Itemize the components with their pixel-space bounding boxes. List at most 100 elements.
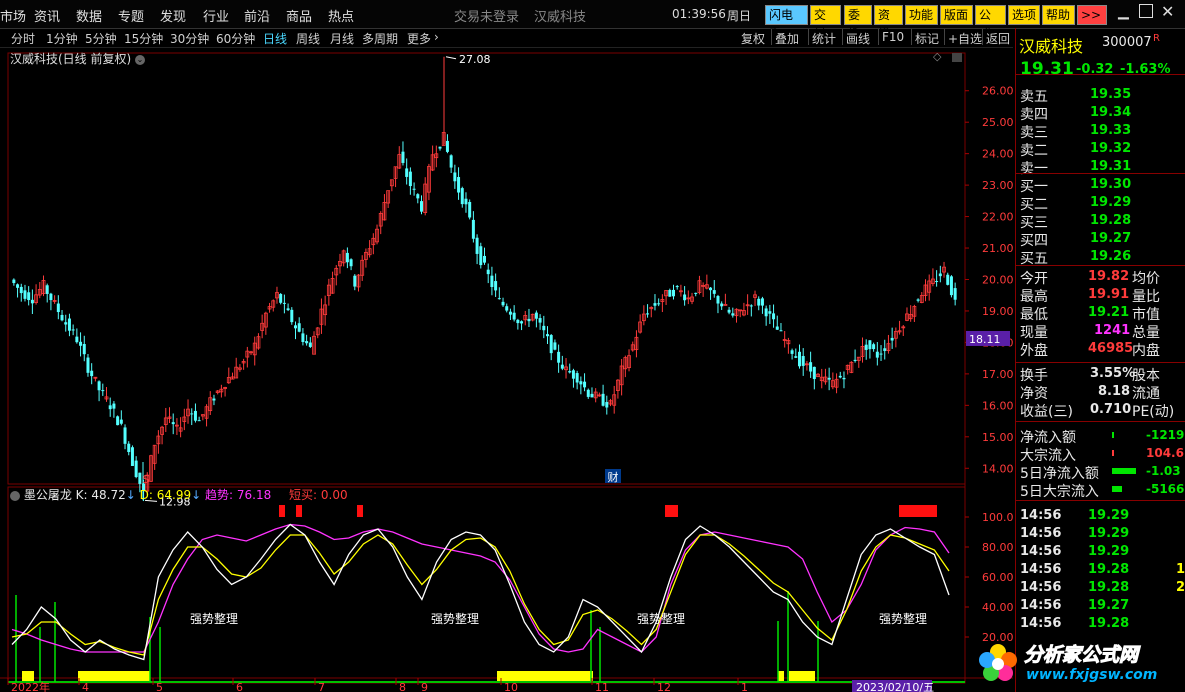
menu-item-1[interactable]: 资讯 <box>34 6 60 25</box>
tick-price-1: 19.29 <box>1088 526 1130 541</box>
toolbar-separator <box>911 29 912 45</box>
candle-body-down <box>301 333 305 343</box>
period-tab-5[interactable]: 60分钟 <box>216 30 255 47</box>
func-button-8[interactable]: 帮助 <box>1042 5 1075 25</box>
func-button-9[interactable]: >> <box>1077 5 1107 25</box>
candle-body-down <box>872 344 876 350</box>
tick-price-3: 19.28 <box>1088 562 1130 577</box>
price-axis-label: 21.00 <box>982 242 1013 255</box>
flow-bar-1 <box>1112 450 1114 456</box>
bottom-zone-bar <box>497 671 593 681</box>
period-tab-10[interactable]: 更多 <box>407 30 431 47</box>
candle-body-up <box>723 304 728 306</box>
toolbar-button-1[interactable]: 叠加 <box>775 30 799 47</box>
period-tab-9[interactable]: 多周期 <box>362 30 398 47</box>
chart-options-icon[interactable]: ⌄ <box>135 54 146 65</box>
minimize-icon[interactable]: ▁ <box>1118 4 1129 20</box>
candle-body-down <box>694 292 698 294</box>
toolbar-button-2[interactable]: 统计 <box>812 30 836 47</box>
tick-time-5: 14:56 <box>1020 598 1062 613</box>
diamond-icon[interactable]: ◇ <box>933 50 941 63</box>
toolbar-button-0[interactable]: 复权 <box>741 30 765 47</box>
candle-body-down <box>460 188 464 205</box>
panel-divider <box>1016 421 1185 422</box>
date-axis-label: 9 <box>421 681 428 692</box>
menu-item-3[interactable]: 专题 <box>118 6 144 25</box>
candle-body-down <box>801 356 805 366</box>
tick-time-6: 14:56 <box>1020 616 1062 631</box>
menu-item-5[interactable]: 行业 <box>203 6 229 25</box>
menu-item-0[interactable]: 市场 <box>0 6 26 25</box>
bid-price-1: 19.29 <box>1090 195 1132 210</box>
menu-item-7[interactable]: 商品 <box>286 6 312 25</box>
func-button-4[interactable]: 功能 <box>905 5 938 25</box>
period-tab-6[interactable]: 日线 <box>263 30 287 47</box>
func-button-6[interactable]: 公式 <box>975 5 1006 40</box>
candle-body-down <box>119 419 123 424</box>
candle-body-down <box>842 377 846 380</box>
toolbar-button-3[interactable]: 画线 <box>846 30 870 47</box>
func-button-1[interactable]: 交易 <box>810 5 841 40</box>
toolbar-button-6[interactable]: +自选 <box>948 30 982 47</box>
flow-bar-0 <box>1112 432 1114 438</box>
period-tab-7[interactable]: 周线 <box>296 30 320 47</box>
ask-label-2: 卖三 <box>1020 125 1048 141</box>
price-axis-label: 20.00 <box>982 274 1013 287</box>
func-button-7[interactable]: 选项 <box>1008 5 1040 25</box>
candle-body-down <box>464 198 468 205</box>
candle-body-down <box>712 290 716 294</box>
candle-body-down <box>798 351 801 367</box>
watermark-title: 分析家公式网 <box>1023 644 1139 667</box>
period-tab-1[interactable]: 1分钟 <box>46 30 78 47</box>
toolbar-button-7[interactable]: 返回 <box>986 30 1010 47</box>
period-tab-0[interactable]: 分时 <box>11 30 35 47</box>
toolbar-button-5[interactable]: 标记 <box>915 30 939 47</box>
restore-icon[interactable] <box>1139 4 1153 18</box>
tick-price-2: 19.29 <box>1088 544 1130 559</box>
func-button-5[interactable]: 版面 <box>940 5 973 25</box>
candle-body-down <box>445 140 449 152</box>
indicator-options-icon[interactable] <box>10 490 20 501</box>
candle-body-down <box>197 420 201 422</box>
func-button-3[interactable]: 资讯 <box>874 5 903 40</box>
stat-label2-3: 总量 <box>1132 325 1160 341</box>
period-tab-4[interactable]: 30分钟 <box>170 30 209 47</box>
close-icon[interactable]: ✕ <box>1161 2 1174 21</box>
bid-label-2: 买三 <box>1020 215 1048 231</box>
watermark-url: www.fxjgsw.com <box>1026 667 1158 683</box>
kline-chart[interactable]: 26.00 25.00 24.00 23.00 22.00 21.00 20.00 19.00… <box>0 47 1013 692</box>
menu-item-8[interactable]: 热点 <box>328 6 354 25</box>
toolbar-button-4[interactable]: F10 <box>882 30 904 44</box>
chart-title-text: 汉威科技(日线 前复权) <box>10 52 132 66</box>
menu-item-2[interactable]: 数据 <box>76 6 102 25</box>
candle-body-down <box>538 318 542 323</box>
more-chevron-icon[interactable]: › <box>434 30 439 44</box>
stat-value-3: 1241 <box>1094 323 1131 338</box>
flow-value-3: -5166 <box>1146 482 1185 496</box>
candle-body-down <box>412 188 416 190</box>
period-tab-2[interactable]: 5分钟 <box>85 30 117 47</box>
func-button-2[interactable]: 委托 <box>844 5 872 40</box>
period-tab-8[interactable]: 月线 <box>330 30 354 47</box>
panel-divider <box>1016 500 1185 501</box>
candle-body-down <box>653 303 657 306</box>
tick-time-4: 14:56 <box>1020 580 1062 595</box>
candle-body-down <box>297 323 301 332</box>
menu-item-6[interactable]: 前沿 <box>244 6 270 25</box>
menu-item-4[interactable]: 发现 <box>160 6 186 25</box>
panel-divider <box>1016 173 1185 174</box>
candle-body-down <box>345 252 349 263</box>
ask-price-3: 19.32 <box>1090 141 1132 156</box>
price-axis-label: 26.00 <box>982 85 1013 98</box>
panel-toggle-icon[interactable] <box>952 53 962 62</box>
toolbar-separator <box>944 29 945 45</box>
func-button-0[interactable]: 闪电手 <box>765 5 808 40</box>
ask-price-1: 19.34 <box>1090 105 1132 120</box>
price-axis-label: 16.00 <box>982 399 1013 412</box>
period-tab-3[interactable]: 15分钟 <box>124 30 163 47</box>
candle-body-down <box>575 373 579 383</box>
indicator-name[interactable]: 墨公屠龙 <box>24 488 72 502</box>
candle-body-down <box>64 322 68 325</box>
candle-body-down <box>305 341 309 344</box>
toolbar-separator <box>842 29 843 45</box>
